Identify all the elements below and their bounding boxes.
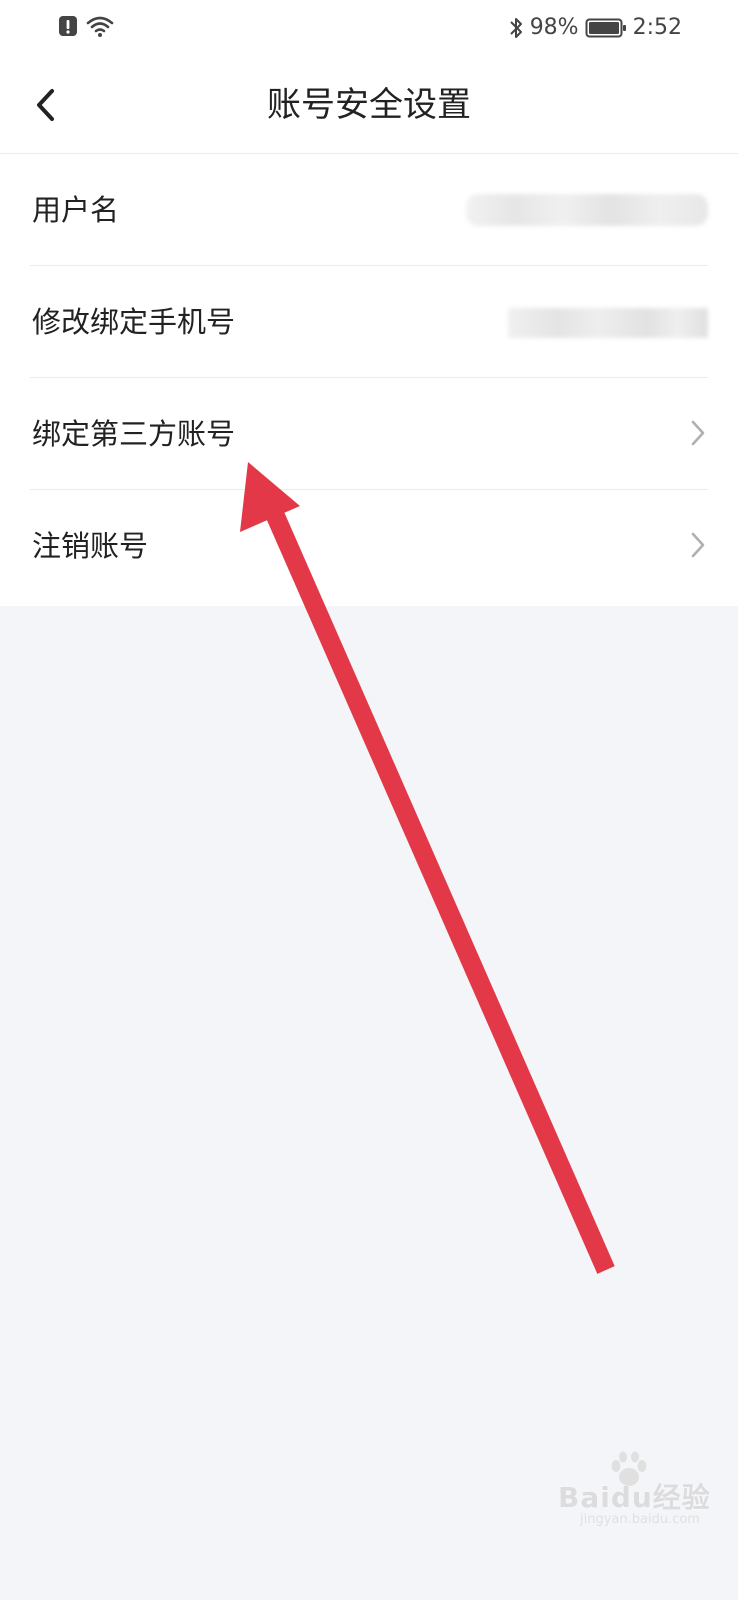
status-time: 2:52 (632, 15, 682, 40)
setting-label: 绑定第三方账号 (32, 417, 236, 451)
wifi-icon (86, 16, 114, 37)
chevron-right-icon (691, 532, 705, 558)
redacted-username-value (466, 194, 708, 226)
chevron-left-icon (37, 89, 54, 121)
redacted-phone-value (508, 308, 708, 338)
back-button[interactable] (18, 78, 72, 132)
setting-change-phone[interactable]: 修改绑定手机号 (0, 266, 738, 378)
settings-list: 用户名 修改绑定手机号 绑定第三方账号 注销账号 (0, 154, 738, 606)
status-bar: 98% 2:52 (0, 0, 738, 56)
chevron-right-icon (691, 420, 705, 446)
battery-icon (585, 18, 626, 38)
watermark-main: Baidu经验 (558, 1481, 711, 1514)
setting-label: 用户名 (32, 193, 120, 227)
setting-username[interactable]: 用户名 (0, 154, 738, 266)
setting-delete-account[interactable]: 注销账号 (0, 490, 738, 602)
baidu-watermark: Baidu经验 jingyan.baidu.com (558, 1451, 718, 1536)
alert-icon (59, 16, 77, 36)
nav-header: 账号安全设置 (0, 56, 738, 154)
setting-label: 注销账号 (32, 529, 149, 563)
page-title: 账号安全设置 (267, 85, 471, 125)
setting-bind-third-party[interactable]: 绑定第三方账号 (0, 378, 738, 490)
bluetooth-icon (509, 18, 522, 38)
battery-percent: 98% (529, 15, 579, 40)
status-right: 98% 2:52 (508, 14, 682, 42)
watermark-sub: jingyan.baidu.com (580, 1512, 700, 1527)
status-left (58, 14, 114, 38)
setting-label: 修改绑定手机号 (32, 305, 236, 339)
